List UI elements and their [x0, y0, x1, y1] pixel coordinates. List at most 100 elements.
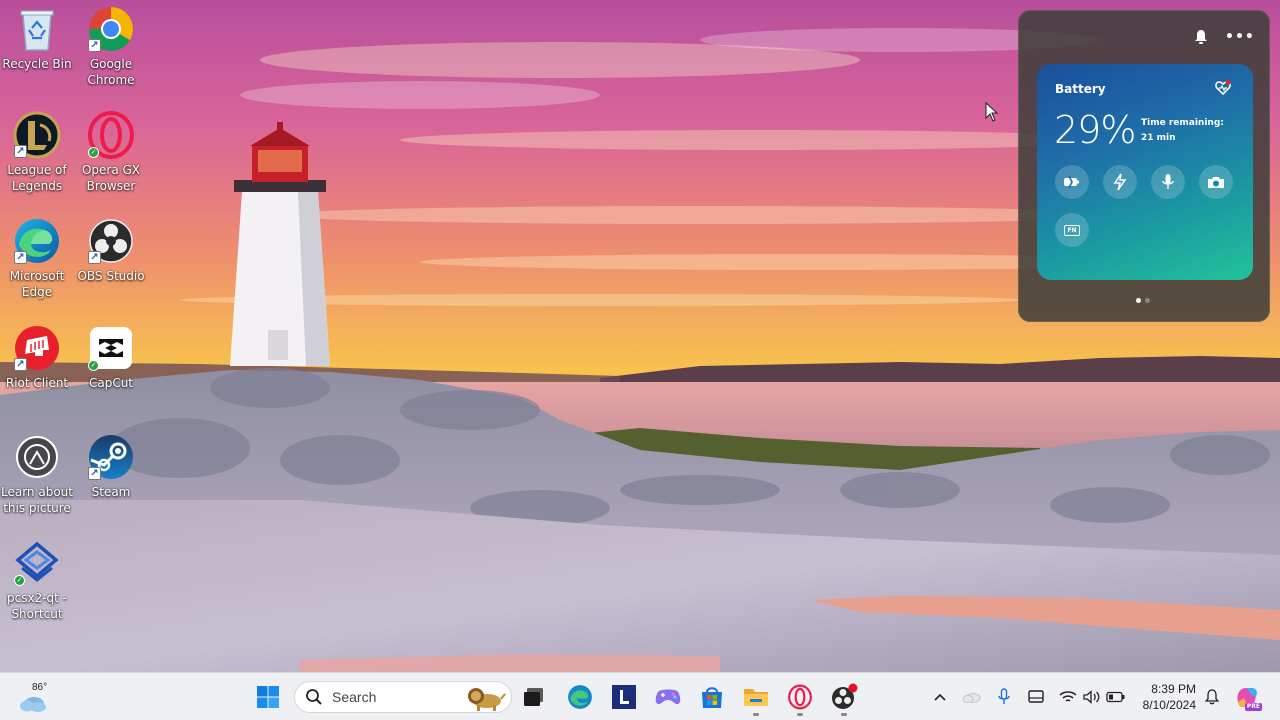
more-options-icon[interactable]: •••	[1225, 27, 1254, 47]
chevron-up-icon	[934, 693, 946, 701]
time-remaining-value: 21 min	[1141, 133, 1176, 143]
bell-icon	[1205, 689, 1219, 705]
onedrive-button[interactable]	[962, 687, 982, 707]
start-button[interactable]	[252, 681, 284, 713]
running-indicator	[797, 713, 803, 716]
microsoft-store-icon	[702, 687, 722, 708]
widget-page-indicator[interactable]	[1136, 298, 1150, 303]
sync-check-icon: ✓	[14, 575, 25, 586]
page-dot-active[interactable]	[1136, 298, 1141, 303]
microphone-in-use-button[interactable]	[994, 687, 1014, 707]
desktop-icon-label: pcsx2-qt - Shortcut	[7, 591, 67, 621]
game-controller-icon	[655, 689, 681, 705]
desktop-icon-pcsx2[interactable]: ✓ pcsx2-qt - Shortcut	[0, 538, 76, 622]
desktop-icon-capcut[interactable]: ✓ CapCut	[72, 323, 150, 391]
page-dot[interactable]	[1145, 298, 1150, 303]
battery-icon	[1106, 691, 1125, 703]
desktop-icon-recycle-bin[interactable]: Recycle Bin	[0, 4, 76, 72]
desktop-icon-opera-gx[interactable]: ✓ Opera GX Browser	[72, 110, 150, 194]
desktop-icon-label: CapCut	[88, 376, 134, 390]
taskbar-edge[interactable]	[564, 681, 596, 713]
battery-card: Battery 29% Time remaining: 21 min FN	[1037, 64, 1253, 280]
edge-icon: ↗	[12, 216, 62, 266]
desktop-icon-label: Learn about this picture	[1, 485, 73, 515]
battery-percent: 29%	[1054, 108, 1136, 152]
shortcut-arrow-icon: ↗	[14, 145, 27, 158]
running-indicator	[753, 713, 759, 716]
wifi-button[interactable]	[1058, 687, 1078, 707]
battery-saver-icon	[1064, 175, 1079, 189]
weather-widget[interactable]: 86°	[16, 679, 56, 715]
task-view-icon	[524, 688, 543, 706]
league-of-legends-icon: ↗	[12, 110, 62, 160]
pcsx2-icon: ✓	[12, 538, 62, 588]
capcut-icon: ✓	[86, 323, 136, 373]
chrome-icon: ↗	[86, 4, 136, 54]
onedrive-cloud-icon	[962, 693, 981, 703]
opera-gx-icon	[788, 684, 812, 710]
shortcut-arrow-icon: ↗	[88, 467, 101, 480]
search-placeholder: Search	[332, 689, 377, 705]
battery-health-icon[interactable]	[1215, 80, 1231, 96]
camera-toggle-button[interactable]	[1199, 165, 1233, 199]
desktop-icon-label: Opera GX Browser	[81, 163, 141, 193]
desktop-icon-label: Riot Client	[5, 376, 69, 390]
taskbar-game-app[interactable]	[652, 681, 684, 713]
copilot-button[interactable]: PRE	[1232, 681, 1262, 713]
taskbar: 86° Search 8:39 PM 8/10/2024 PRE	[0, 672, 1280, 720]
desktop-icon-riot-client[interactable]: ↗ Riot Client	[0, 323, 76, 391]
desktop-icon-league-of-legends[interactable]: ↗ League of Legends	[0, 110, 76, 194]
desktop-icon-label: Google Chrome	[87, 57, 135, 87]
microphone-icon	[1162, 174, 1174, 189]
fn-key-lock-button[interactable]: FN	[1055, 213, 1089, 247]
file-explorer-icon	[744, 689, 768, 706]
copilot-preview-badge: PRE	[1244, 703, 1262, 711]
battery-title: Battery	[1055, 82, 1106, 96]
taskbar-search-box[interactable]: Search	[294, 681, 512, 713]
desktop-icon-label: League of Legends	[7, 163, 67, 193]
start-icon	[257, 686, 279, 708]
taskbar-opera-gx[interactable]	[784, 681, 816, 716]
battery-widget-panel: ••• Battery 29% Time remaining: 21 min F…	[1018, 10, 1270, 322]
taskbar-obs-studio[interactable]	[828, 681, 860, 716]
performance-icon	[1113, 173, 1127, 191]
desktop-icon-steam[interactable]: ↗ Steam	[72, 432, 150, 500]
desktop-icon-learn-about-picture[interactable]: Learn about this picture	[0, 432, 76, 516]
mouse-cursor-icon	[985, 101, 999, 122]
wifi-icon	[1059, 691, 1077, 702]
battery-button[interactable]	[1106, 687, 1126, 707]
search-icon	[306, 689, 322, 705]
desktop-icon-label: Recycle Bin	[2, 57, 72, 71]
taskbar-clock[interactable]: 8:39 PM 8/10/2024	[1138, 681, 1196, 713]
desktop-icon-label: Microsoft Edge	[9, 269, 65, 299]
edge-icon	[568, 685, 592, 709]
microphone-icon	[998, 688, 1010, 704]
opera-gx-icon: ✓	[86, 110, 136, 160]
display-button[interactable]	[1026, 687, 1046, 707]
desktop-icon-label: OBS Studio	[77, 269, 145, 283]
volume-button[interactable]	[1082, 687, 1102, 707]
desktop-icon-obs-studio[interactable]: ↗ OBS Studio	[72, 216, 150, 284]
clock-date: 8/10/2024	[1142, 698, 1196, 712]
task-view-button[interactable]	[518, 681, 550, 713]
taskbar-file-explorer[interactable]	[740, 681, 772, 716]
desktop-icon-label: Steam	[91, 485, 131, 499]
battery-saver-button[interactable]	[1055, 165, 1089, 199]
lion-search-highlight-icon	[468, 688, 506, 711]
taskbar-microsoft-store[interactable]	[696, 681, 728, 713]
steam-icon: ↗	[86, 432, 136, 482]
microphone-toggle-button[interactable]	[1151, 165, 1185, 199]
taskbar-lenovo-vantage[interactable]	[608, 681, 640, 713]
learn-about-picture-icon	[12, 432, 62, 482]
fn-key-icon: FN	[1064, 224, 1080, 236]
notification-center-button[interactable]	[1202, 687, 1222, 707]
show-hidden-icons-button[interactable]	[930, 687, 950, 707]
lenovo-l-icon	[612, 685, 636, 709]
shortcut-arrow-icon: ↗	[14, 251, 27, 264]
desktop-icon-google-chrome[interactable]: ↗ Google Chrome	[72, 4, 150, 88]
desktop-icon-microsoft-edge[interactable]: ↗ Microsoft Edge	[0, 216, 76, 300]
camera-icon	[1208, 177, 1224, 188]
bell-icon[interactable]	[1191, 27, 1211, 47]
performance-mode-button[interactable]	[1103, 165, 1137, 199]
shortcut-arrow-icon: ↗	[88, 251, 101, 264]
